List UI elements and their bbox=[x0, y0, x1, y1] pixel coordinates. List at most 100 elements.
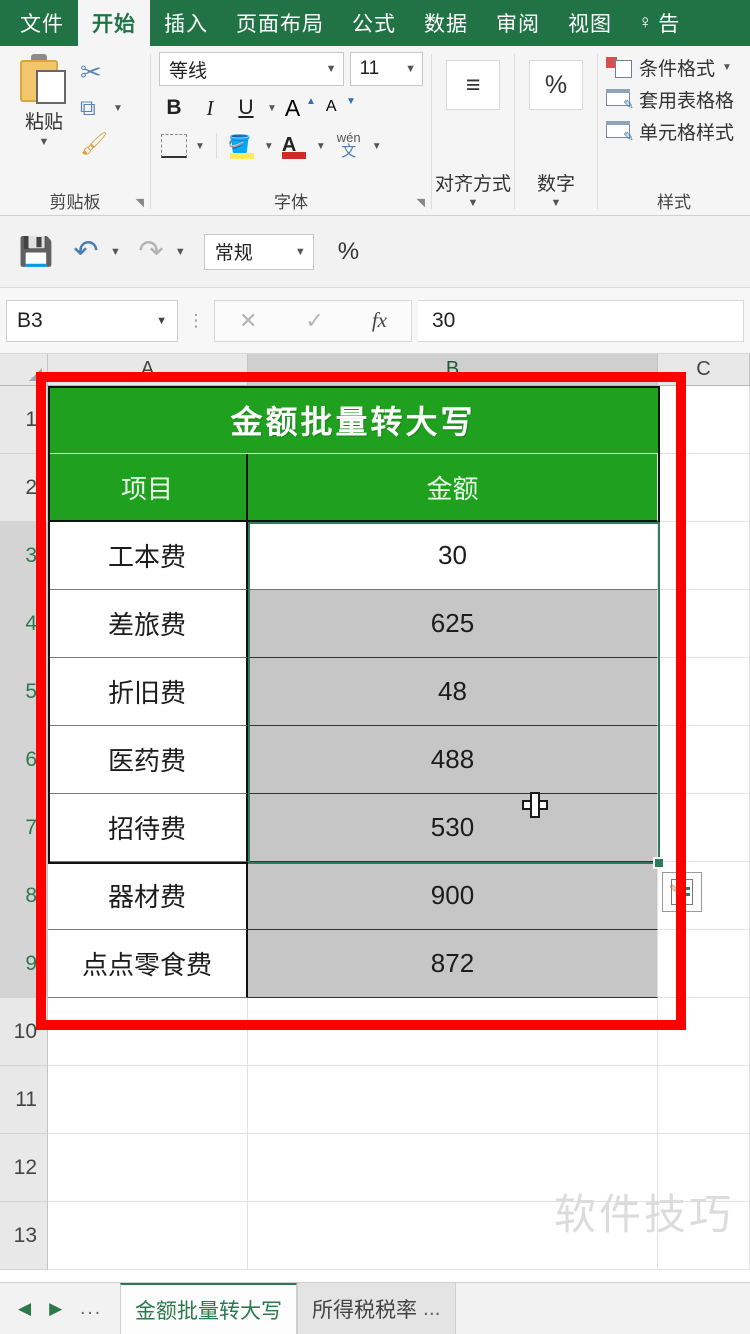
font-size-combo[interactable]: 11 ▼ bbox=[349, 52, 423, 86]
row-header-6[interactable]: 6 bbox=[0, 726, 48, 794]
row-header-9[interactable]: 9 bbox=[0, 930, 48, 998]
column-header-b[interactable]: B bbox=[248, 354, 658, 385]
cell-c6[interactable] bbox=[658, 726, 750, 794]
cell-c5[interactable] bbox=[658, 658, 750, 726]
fill-handle[interactable] bbox=[653, 857, 665, 869]
cell-a3[interactable]: 工本费 bbox=[48, 522, 248, 590]
percent-style-button[interactable]: % bbox=[338, 238, 359, 266]
font-color-dropdown-caret[interactable]: ▼ bbox=[316, 141, 326, 152]
increase-font-size-button[interactable]: A ▲ bbox=[283, 92, 317, 124]
tab-review[interactable]: 审阅 bbox=[482, 0, 554, 46]
sheet-tab-amount-to-uppercase[interactable]: 金额批量转大写 bbox=[120, 1283, 297, 1334]
redo-button[interactable]: ↷ bbox=[131, 232, 171, 272]
formula-input[interactable]: 30 bbox=[418, 299, 744, 342]
group-number[interactable]: % 数字 ▼ bbox=[515, 46, 597, 215]
cell-c10[interactable] bbox=[658, 998, 750, 1066]
next-sheet-button[interactable]: ▶ bbox=[49, 1299, 62, 1319]
insert-function-button[interactable]: fx bbox=[372, 308, 387, 333]
cell-a7[interactable]: 招待费 bbox=[48, 794, 248, 862]
underline-dropdown-caret[interactable]: ▼ bbox=[267, 103, 277, 114]
font-name-combo[interactable]: 等线 ▼ bbox=[159, 52, 344, 86]
cell-b8[interactable]: 900 bbox=[248, 862, 658, 930]
conditional-formatting-button[interactable]: 条件格式 ▼ bbox=[606, 54, 732, 81]
cell-styles-button[interactable]: ✎ 单元格样式 bbox=[606, 118, 734, 145]
row-header-3[interactable]: 3 bbox=[0, 522, 48, 590]
bold-button[interactable]: B bbox=[159, 92, 189, 124]
row-header-2[interactable]: 2 bbox=[0, 454, 48, 522]
column-header-a[interactable]: A bbox=[48, 354, 248, 385]
chevron-down-icon[interactable]: ▼ bbox=[468, 197, 479, 209]
save-button[interactable]: 💾 bbox=[16, 232, 56, 272]
sheet-tab-income-tax-rate[interactable]: 所得税税率 ... bbox=[297, 1283, 456, 1334]
row-header-10[interactable]: 10 bbox=[0, 998, 48, 1066]
cell-b5[interactable]: 48 bbox=[248, 658, 658, 726]
cell-b9[interactable]: 872 bbox=[248, 930, 658, 998]
underline-button[interactable]: U bbox=[231, 92, 261, 124]
cell-a12[interactable] bbox=[48, 1134, 248, 1202]
format-painter-button[interactable]: 🖌 bbox=[80, 128, 123, 160]
cell-c1[interactable] bbox=[658, 386, 750, 454]
cell-a5[interactable]: 折旧费 bbox=[48, 658, 248, 726]
undo-dropdown-caret[interactable]: ▼ bbox=[110, 246, 121, 258]
cell-a6[interactable]: 医药费 bbox=[48, 726, 248, 794]
cell-b10[interactable] bbox=[248, 998, 658, 1066]
clipboard-dialog-launcher[interactable]: ◥ bbox=[136, 196, 144, 209]
previous-sheet-button[interactable]: ◀ bbox=[18, 1299, 31, 1319]
fill-color-dropdown-caret[interactable]: ▼ bbox=[264, 141, 274, 152]
font-color-button[interactable]: A bbox=[280, 130, 310, 162]
paste-button[interactable]: 粘贴 ▼ bbox=[8, 52, 80, 148]
phonetic-dropdown-caret[interactable]: ▼ bbox=[372, 141, 382, 152]
tab-view[interactable]: 视图 bbox=[554, 0, 626, 46]
italic-button[interactable]: I bbox=[195, 92, 225, 124]
cell-a9[interactable]: 点点零食费 bbox=[48, 930, 248, 998]
undo-button[interactable]: ↶ bbox=[66, 232, 106, 272]
row-header-7[interactable]: 7 bbox=[0, 794, 48, 862]
cell-a11[interactable] bbox=[48, 1066, 248, 1134]
cancel-edit-button[interactable]: ✕ bbox=[239, 308, 257, 334]
cell-c3[interactable] bbox=[658, 522, 750, 590]
row-header-13[interactable]: 13 bbox=[0, 1202, 48, 1270]
cell-a4[interactable]: 差旅费 bbox=[48, 590, 248, 658]
tab-page-layout[interactable]: 页面布局 bbox=[222, 0, 338, 46]
paste-dropdown-caret[interactable]: ▼ bbox=[39, 137, 50, 148]
cell-title-merged[interactable]: 金额批量转大写 bbox=[48, 386, 658, 454]
tab-file[interactable]: 文件 bbox=[6, 0, 78, 46]
chevron-down-icon[interactable]: ▼ bbox=[551, 197, 562, 209]
number-format-combo[interactable]: 常规 ▼ bbox=[203, 233, 314, 270]
cell-c9[interactable] bbox=[658, 930, 750, 998]
cell-a2-item-header[interactable]: 项目 bbox=[48, 454, 248, 522]
select-all-corner[interactable] bbox=[0, 354, 48, 385]
fill-color-button[interactable]: 🪣 bbox=[228, 130, 258, 162]
cell-a10[interactable] bbox=[48, 998, 248, 1066]
column-header-c[interactable]: C bbox=[658, 354, 750, 385]
cell-a8[interactable]: 器材费 bbox=[48, 862, 248, 930]
tell-me-box[interactable]: ♀ 告 bbox=[626, 0, 694, 46]
borders-button[interactable] bbox=[159, 130, 189, 162]
cell-b7[interactable]: 530 bbox=[248, 794, 658, 862]
cell-b11[interactable] bbox=[248, 1066, 658, 1134]
tab-formulas[interactable]: 公式 bbox=[338, 0, 410, 46]
row-header-11[interactable]: 11 bbox=[0, 1066, 48, 1134]
row-header-8[interactable]: 8 bbox=[0, 862, 48, 930]
tab-home[interactable]: 开始 bbox=[78, 0, 150, 46]
font-dialog-launcher[interactable]: ◥ bbox=[417, 196, 425, 209]
row-header-5[interactable]: 5 bbox=[0, 658, 48, 726]
accept-edit-button[interactable]: ✓ bbox=[305, 308, 323, 334]
format-as-table-button[interactable]: ✎ 套用表格格 bbox=[606, 86, 734, 113]
cell-b6[interactable]: 488 bbox=[248, 726, 658, 794]
cell-b2-amount-header[interactable]: 金额 bbox=[248, 454, 658, 522]
copy-dropdown-caret[interactable]: ▼ bbox=[113, 103, 123, 114]
cut-button[interactable]: ✂ bbox=[80, 56, 123, 88]
cell-b4[interactable]: 625 bbox=[248, 590, 658, 658]
cell-c2[interactable] bbox=[658, 454, 750, 522]
cell-b3[interactable]: 30 bbox=[248, 522, 658, 590]
borders-dropdown-caret[interactable]: ▼ bbox=[195, 141, 205, 152]
tab-data[interactable]: 数据 bbox=[410, 0, 482, 46]
copy-button[interactable]: ⧉ ▼ bbox=[80, 92, 123, 124]
row-header-1[interactable]: 1 bbox=[0, 386, 48, 454]
row-header-12[interactable]: 12 bbox=[0, 1134, 48, 1202]
cell-a13[interactable] bbox=[48, 1202, 248, 1270]
phonetic-guide-button[interactable]: wén 文 bbox=[332, 130, 366, 162]
row-header-4[interactable]: 4 bbox=[0, 590, 48, 658]
cell-c7[interactable] bbox=[658, 794, 750, 862]
